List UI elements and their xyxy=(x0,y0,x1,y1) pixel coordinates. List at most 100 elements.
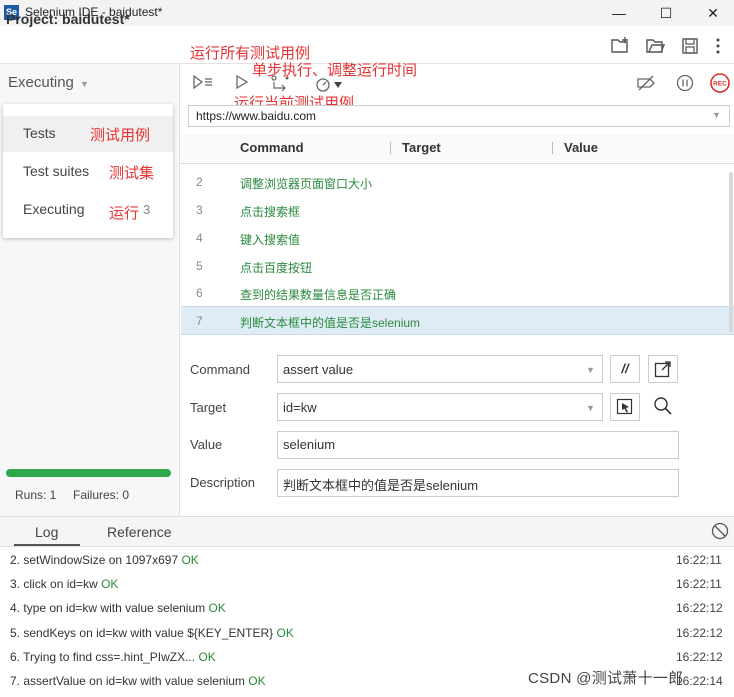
menu-item-test-suites[interactable]: Test suites xyxy=(23,163,89,179)
table-scrollbar[interactable] xyxy=(729,172,733,332)
log-entry-text: setWindowSize on 1097x697 xyxy=(23,553,179,567)
log-entry-status: OK xyxy=(181,553,199,567)
select-target-button[interactable] xyxy=(610,393,640,421)
column-divider xyxy=(552,142,553,154)
log-entry: 5. sendKeys on id=kw with value ${KEY_EN… xyxy=(10,626,294,640)
annotation-step-speed: 单步执行、调整运行时间 xyxy=(252,62,418,79)
active-tab-indicator xyxy=(14,544,80,546)
select-target-cursor-icon xyxy=(616,398,633,415)
disable-breakpoints-icon[interactable] xyxy=(636,74,656,92)
open-project-icon[interactable] xyxy=(645,36,665,56)
clear-log-icon[interactable] xyxy=(711,522,729,540)
column-header-target: Target xyxy=(402,140,441,155)
log-entry-time: 16:22:12 xyxy=(676,601,723,615)
table-row[interactable]: 判断文本框中的值是否是selenium xyxy=(240,314,420,331)
target-chevron-down-icon[interactable]: ▼ xyxy=(586,403,595,413)
log-entry-number: 5. xyxy=(10,626,21,640)
row-number: 3 xyxy=(196,203,203,217)
log-entry: 2. setWindowSize on 1097x697 OK xyxy=(10,553,199,567)
maximize-button[interactable]: ☐ xyxy=(643,0,689,26)
column-divider xyxy=(390,142,391,154)
search-icon xyxy=(654,397,672,415)
tab-log[interactable]: Log xyxy=(35,524,58,540)
row-number: 5 xyxy=(196,259,203,273)
chevron-down-icon[interactable]: ▼ xyxy=(80,79,89,89)
table-row[interactable]: 键入搜索值 xyxy=(240,231,300,248)
annotation-executing: 运行 xyxy=(109,205,140,222)
record-label: REC xyxy=(713,81,727,88)
executing-count-badge: 3 xyxy=(143,202,151,217)
external-link-icon xyxy=(654,361,671,378)
runs-count: Runs: 1 xyxy=(15,488,57,502)
table-row[interactable]: 调整浏览器页面窗口大小 xyxy=(240,175,372,192)
log-entry-text: type on id=kw with value selenium xyxy=(23,601,206,615)
log-entry-number: 4. xyxy=(10,601,21,615)
log-entry-time: 16:22:12 xyxy=(676,626,723,640)
description-label: Description xyxy=(190,475,256,490)
column-header-value: Value xyxy=(564,140,598,155)
annotation-test-suites: 测试集 xyxy=(109,165,155,182)
value-label: Value xyxy=(190,437,223,452)
row-number: 7 xyxy=(196,314,203,328)
close-button[interactable]: ✕ xyxy=(690,0,734,26)
log-entry-number: 2. xyxy=(10,553,21,567)
log-entry: 4. type on id=kw with value selenium OK xyxy=(10,601,226,615)
command-label: Command xyxy=(190,362,250,377)
open-reference-button[interactable] xyxy=(648,355,678,383)
log-entry: 7. assertValue on id=kw with value selen… xyxy=(10,674,266,688)
log-entry-number: 3. xyxy=(10,577,21,591)
log-entry-status: OK xyxy=(276,626,294,640)
target-label: Target xyxy=(190,400,227,415)
annotation-tests: 测试用例 xyxy=(90,127,151,144)
log-entry-number: 6. xyxy=(10,650,21,664)
command-chevron-down-icon[interactable]: ▼ xyxy=(586,365,595,375)
log-entry-status: OK xyxy=(248,674,266,688)
value-input[interactable] xyxy=(277,431,679,459)
log-entry-time: 16:22:11 xyxy=(676,577,722,591)
table-row[interactable]: 点击百度按钮 xyxy=(240,259,312,276)
target-select[interactable] xyxy=(277,393,603,421)
target-value: id=kw xyxy=(283,400,317,415)
command-value: assert value xyxy=(283,362,354,377)
table-row[interactable]: 点击搜索框 xyxy=(240,203,300,220)
project-name: baidutest* xyxy=(62,11,130,27)
log-entry-time: 16:22:11 xyxy=(676,553,722,567)
log-entry: 3. click on id=kw OK xyxy=(10,577,118,591)
run-current-test-icon[interactable] xyxy=(234,74,250,90)
log-entry-status: OK xyxy=(208,601,226,615)
url-dropdown-chevron-icon[interactable]: ▼ xyxy=(712,110,721,120)
log-entry-status: OK xyxy=(101,577,119,591)
minimize-button[interactable]: — xyxy=(596,0,642,26)
tab-reference[interactable]: Reference xyxy=(107,524,172,540)
menu-item-executing[interactable]: Executing xyxy=(23,201,84,217)
project-title: Project: baidutest* xyxy=(6,11,130,27)
row-number: 6 xyxy=(196,286,203,300)
record-icon[interactable]: REC xyxy=(710,73,730,93)
log-entry-status: OK xyxy=(198,650,216,664)
log-entry-time: 16:22:12 xyxy=(676,650,723,664)
new-project-icon[interactable] xyxy=(610,36,630,56)
value-value: selenium xyxy=(283,437,336,452)
row-number: 2 xyxy=(196,175,203,189)
project-label: Project: xyxy=(6,11,59,27)
log-entry-number: 7. xyxy=(10,674,21,688)
run-all-tests-icon[interactable] xyxy=(192,74,214,90)
run-progress-bar xyxy=(6,469,171,477)
column-header-command: Command xyxy=(240,140,304,155)
log-entry-text: Trying to find css=.hint_PIwZX... xyxy=(23,650,196,664)
more-options-icon[interactable] xyxy=(708,36,728,56)
log-entry: 6. Trying to find css=.hint_PIwZX... OK xyxy=(10,650,216,664)
table-row[interactable]: 查到的结果数量信息是否正确 xyxy=(240,286,396,303)
save-project-icon[interactable] xyxy=(680,36,700,56)
failures-count: Failures: 0 xyxy=(73,488,130,502)
log-entry-text: assertValue on id=kw with value selenium xyxy=(23,674,245,688)
base-url-value: https://www.baidu.com xyxy=(196,109,317,123)
find-target-button[interactable] xyxy=(648,393,678,421)
comment-toggle-button[interactable]: // xyxy=(610,355,640,383)
menu-item-tests[interactable]: Tests xyxy=(23,125,56,141)
row-number: 4 xyxy=(196,231,203,245)
pause-on-exceptions-icon[interactable] xyxy=(676,74,694,92)
log-entry-text: sendKeys on id=kw with value ${KEY_ENTER… xyxy=(23,626,274,640)
panel-selector-dropdown[interactable]: Executing xyxy=(8,74,74,91)
description-value: 判断文本框中的值是否是selenium xyxy=(283,478,479,493)
